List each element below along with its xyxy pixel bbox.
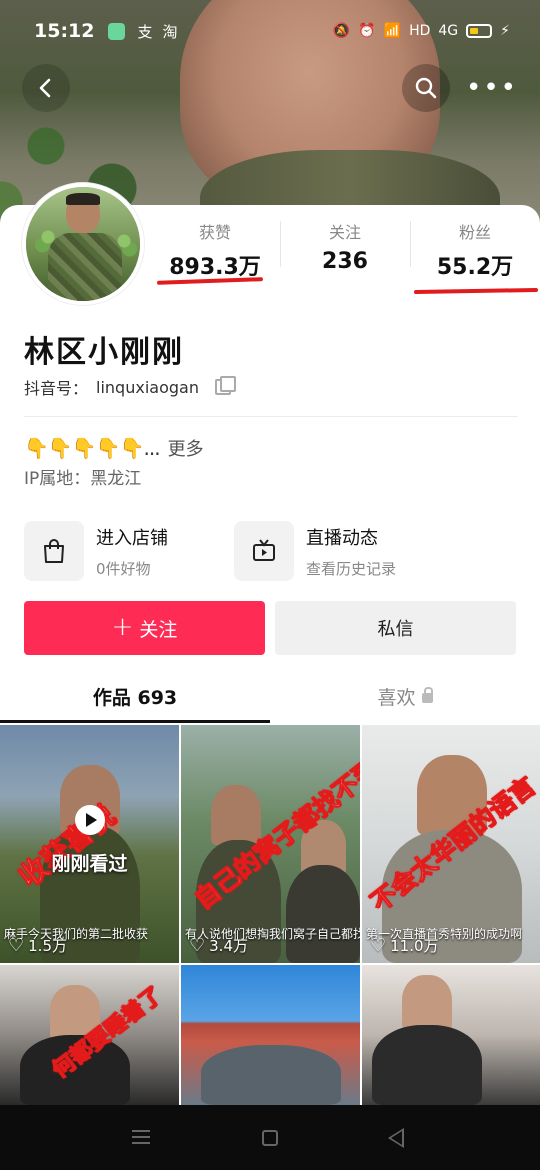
like-count: ♡ 1.5万	[8, 935, 67, 956]
live-entry[interactable]: 直播动态 查看历史记录	[234, 520, 444, 582]
tab-works-label: 作品 693	[92, 686, 178, 709]
profile-name: 林区小刚刚	[24, 335, 184, 370]
shop-entry-sub: 0件好物	[96, 559, 151, 578]
tab-likes[interactable]: 喜欢	[270, 668, 540, 724]
video-thumbnail[interactable]	[181, 965, 360, 1105]
heart-icon: ♡	[8, 935, 25, 956]
stat-following-value: 236	[322, 249, 368, 274]
signal-label: 4G	[438, 23, 459, 39]
bio-text: 👇👇👇👇👇...	[24, 436, 161, 460]
like-count: ♡ 11.0万	[370, 935, 439, 956]
video-thumbnail[interactable]: 收获喜悦 刚刚看过 麻手今天我们的第二批收获 ♡ 1.5万	[0, 725, 179, 963]
menu-icon[interactable]	[132, 1130, 150, 1144]
recently-watched-label: 刚刚看过	[51, 853, 128, 875]
app-notification-icon	[108, 22, 126, 40]
heart-icon: ♡	[189, 935, 206, 956]
heart-icon: ♡	[370, 935, 387, 956]
like-count-value: 1.5万	[28, 937, 67, 955]
ip-location: IP属地：黑龙江	[24, 464, 141, 489]
tab-indicator	[0, 720, 270, 723]
shop-entry[interactable]: 进入店铺 0件好物	[24, 520, 234, 582]
video-thumbnail[interactable]	[362, 965, 540, 1105]
tab-works[interactable]: 作品 693	[0, 668, 270, 724]
bio: 👇👇👇👇👇... 更多	[24, 435, 204, 461]
status-bar: 15:12 支 淘 🔕 ⏰ 📶 HD 4G ⚡	[0, 0, 540, 62]
follow-button[interactable]: + 关注	[24, 601, 265, 655]
mute-icon: 🔕	[332, 23, 351, 39]
charging-icon: ⚡	[500, 23, 510, 39]
back-button[interactable]	[22, 64, 70, 112]
like-count: ♡ 3.4万	[189, 935, 248, 956]
stat-following[interactable]: 关注 236	[280, 215, 410, 285]
message-label: 私信	[377, 619, 414, 640]
stat-likes-label: 获赞	[198, 223, 231, 242]
stat-followers-value: 55.2万	[436, 255, 514, 280]
stats-row: 获赞 893.3万 关注 236 粉丝 55.2万	[150, 215, 540, 285]
status-time: 15:12	[34, 20, 95, 42]
more-dots-icon: •••	[466, 73, 519, 103]
message-button[interactable]: 私信	[275, 601, 516, 655]
douyin-id-row: 抖音号： linquxiaogan	[24, 375, 236, 399]
battery-icon	[466, 24, 493, 38]
live-entry-sub: 查看历史记录	[306, 559, 397, 578]
video-thumbnail[interactable]: 何都要睡着了	[0, 965, 179, 1105]
wifi-icon: 📶	[383, 23, 402, 39]
ip-value: 黑龙江	[90, 469, 142, 489]
recently-watched-badge: 刚刚看过	[0, 805, 179, 876]
search-icon	[415, 77, 437, 99]
search-button[interactable]	[402, 64, 450, 112]
bio-more-link[interactable]: 更多	[168, 435, 204, 461]
content-tabs: 作品 693 喜欢	[0, 668, 540, 724]
chevron-left-icon	[39, 78, 51, 98]
lock-icon	[421, 687, 433, 703]
taobao-icon: 淘	[162, 22, 178, 41]
home-icon[interactable]	[262, 1130, 278, 1146]
more-button[interactable]: •••	[466, 64, 519, 112]
video-grid: 收获喜悦 刚刚看过 麻手今天我们的第二批收获 ♡ 1.5万 自己的窝子都找不到 …	[0, 725, 540, 1105]
stat-likes-value: 893.3万	[169, 255, 261, 280]
stat-likes[interactable]: 获赞 893.3万	[150, 215, 280, 285]
entries-row: 进入店铺 0件好物 直播动态 查看历史记录	[24, 520, 518, 582]
back-triangle-icon[interactable]	[388, 1128, 404, 1148]
stat-followers[interactable]: 粉丝 55.2万	[410, 215, 540, 285]
tv-icon	[234, 521, 294, 581]
stat-following-label: 关注	[328, 223, 361, 242]
follow-label: 关注	[139, 618, 178, 641]
alipay-icon: 支	[137, 22, 153, 41]
copy-icon[interactable]	[214, 376, 236, 395]
shopping-bag-icon	[24, 521, 84, 581]
alarm-icon: ⏰	[358, 23, 376, 39]
ip-label: IP属地：	[24, 469, 91, 489]
plus-icon: +	[111, 612, 134, 642]
avatar[interactable]	[22, 183, 144, 305]
divider	[24, 416, 518, 417]
shop-entry-title: 进入店铺	[96, 527, 168, 549]
play-icon	[74, 805, 105, 835]
douyin-id-value: linquxiaogan	[96, 377, 199, 397]
douyin-id-label: 抖音号：	[24, 379, 89, 398]
like-count-value: 3.4万	[209, 937, 248, 955]
tab-likes-label: 喜欢	[377, 686, 416, 709]
live-entry-title: 直播动态	[306, 527, 378, 549]
stat-followers-label: 粉丝	[458, 223, 491, 242]
video-thumbnail[interactable]: 自己的窝子都找不到 有人说他们想掏我们窝子自己都找不到 ♡ 3.4万	[181, 725, 360, 963]
video-thumbnail[interactable]: 不会太华丽的语言 第一次直播首秀特别的成功啊 ♡ 11.0万	[362, 725, 540, 963]
like-count-value: 11.0万	[390, 937, 439, 955]
profile-screen: 15:12 支 淘 🔕 ⏰ 📶 HD 4G ⚡ ••• 获赞 893.3万 关注…	[0, 0, 540, 1170]
hd-label: HD	[409, 23, 431, 39]
